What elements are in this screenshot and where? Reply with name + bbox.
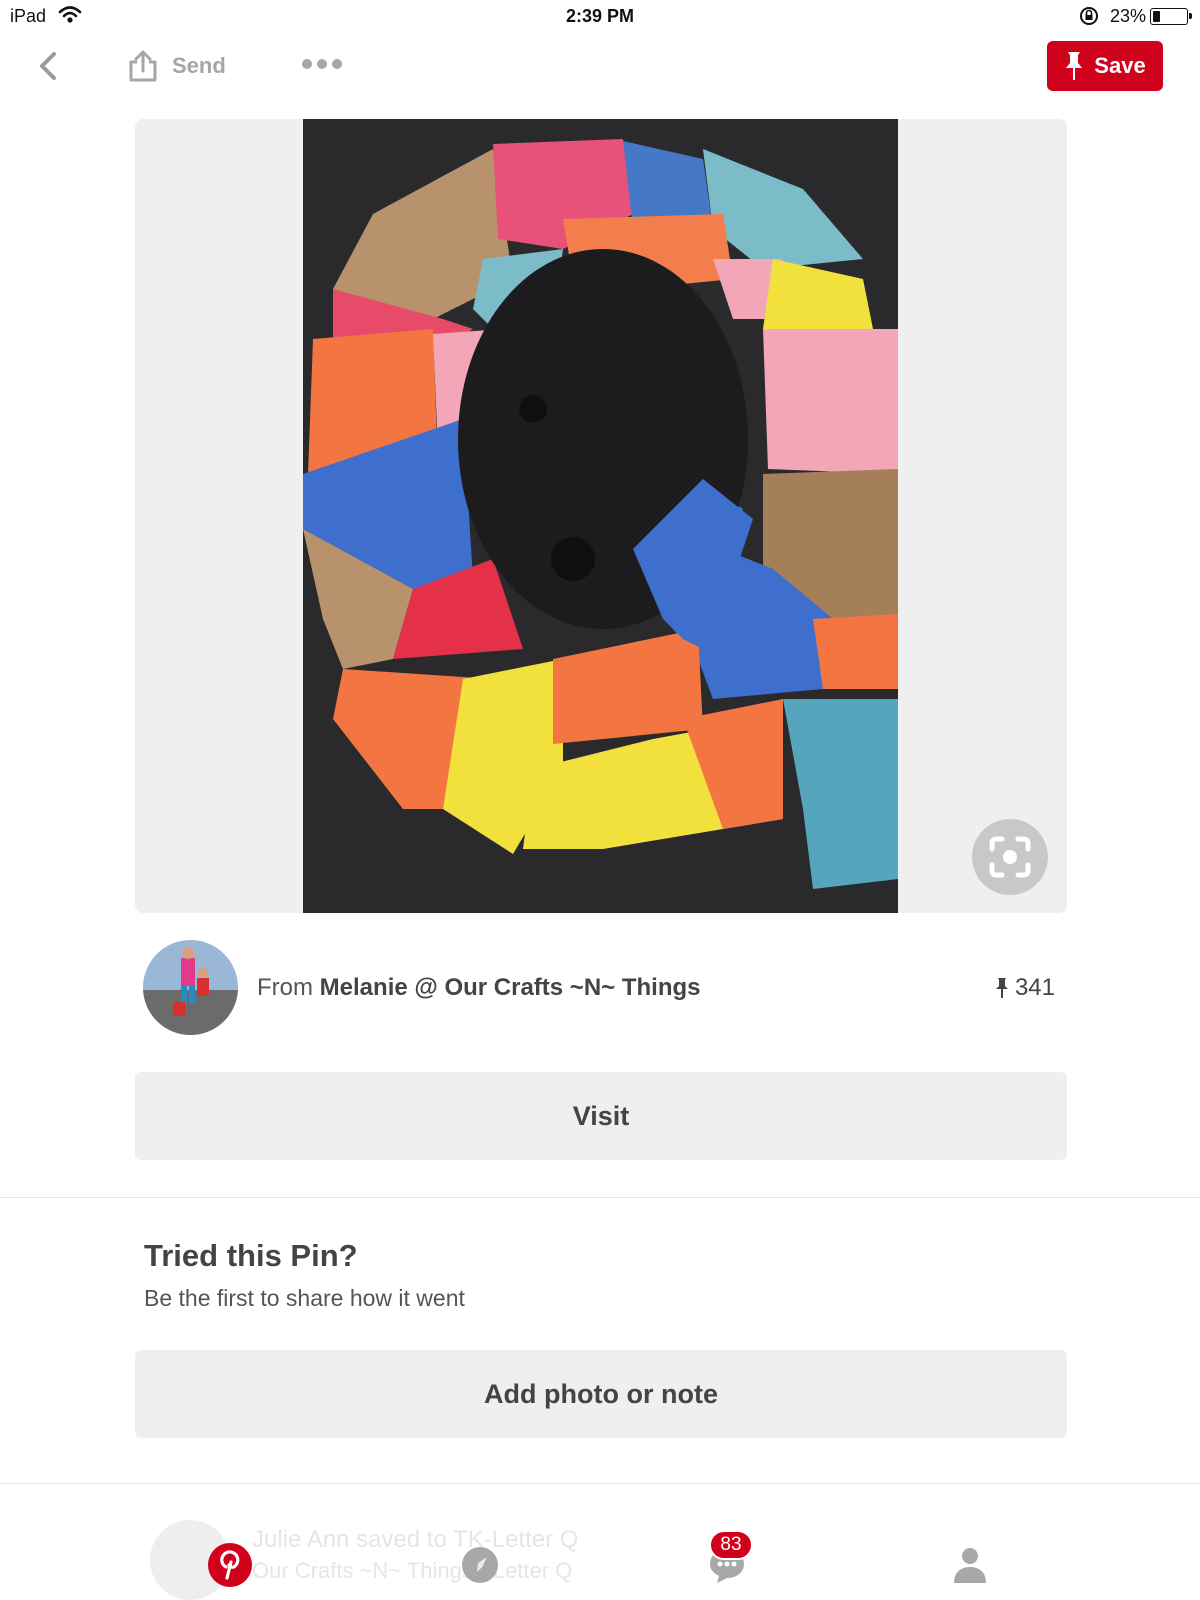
- pin-source-text[interactable]: From Melanie @ Our Crafts ~N~ Things: [257, 974, 700, 1002]
- chevron-left-icon: [40, 52, 56, 80]
- send-button[interactable]: Send: [128, 46, 226, 86]
- battery-percentage: 23%: [1110, 6, 1147, 26]
- save-count-value: 341: [1014, 974, 1055, 1001]
- back-button[interactable]: [30, 48, 66, 84]
- tab-profile[interactable]: [945, 1540, 995, 1590]
- save-label: Save: [1094, 53, 1146, 78]
- tried-pin-subtitle: Be the first to share how it went: [144, 1285, 465, 1311]
- person-icon: [954, 1548, 986, 1583]
- section-divider: [0, 1197, 1200, 1198]
- more-dots-icon: [302, 59, 342, 69]
- messages-badge: 83: [709, 1530, 753, 1560]
- section-divider: [0, 1483, 1200, 1484]
- more-options-button[interactable]: [300, 54, 344, 74]
- pin-image-frame[interactable]: [135, 119, 1067, 913]
- send-label: Send: [172, 53, 226, 78]
- pin-image[interactable]: [303, 119, 898, 913]
- tab-home[interactable]: [205, 1540, 255, 1590]
- pin-source-row: From Melanie @ Our Crafts ~N~ Things 341: [143, 940, 1067, 1036]
- pinner-photo: [143, 940, 238, 1035]
- visit-button[interactable]: Visit: [135, 1072, 1067, 1160]
- pinner-avatar[interactable]: [143, 940, 238, 1035]
- rotation-lock-icon: [1078, 5, 1100, 32]
- save-button[interactable]: Save: [1047, 41, 1163, 91]
- source-name: Melanie @ Our Crafts ~N~ Things: [319, 974, 701, 1001]
- tab-bar: [0, 1530, 1200, 1600]
- pushpin-icon: [995, 978, 1008, 998]
- battery-icon: [1150, 8, 1192, 25]
- pushpin-icon: [1066, 52, 1083, 80]
- share-icon: [129, 50, 157, 82]
- save-count: 341: [995, 974, 1055, 1002]
- source-prefix: From: [257, 974, 313, 1001]
- tab-explore[interactable]: [455, 1540, 505, 1590]
- tried-pin-title: Tried this Pin?: [144, 1238, 358, 1273]
- status-bar: iPad 2:39 PM 23%: [0, 0, 1200, 32]
- pinterest-logo-icon: [208, 1543, 252, 1587]
- clock: 2:39 PM: [565, 6, 635, 26]
- compass-icon: [462, 1547, 498, 1583]
- pin-header: Send Save: [0, 40, 1200, 100]
- add-photo-note-button[interactable]: Add photo or note: [135, 1350, 1067, 1438]
- visual-search-button[interactable]: [972, 819, 1048, 895]
- lens-icon: [989, 836, 1031, 878]
